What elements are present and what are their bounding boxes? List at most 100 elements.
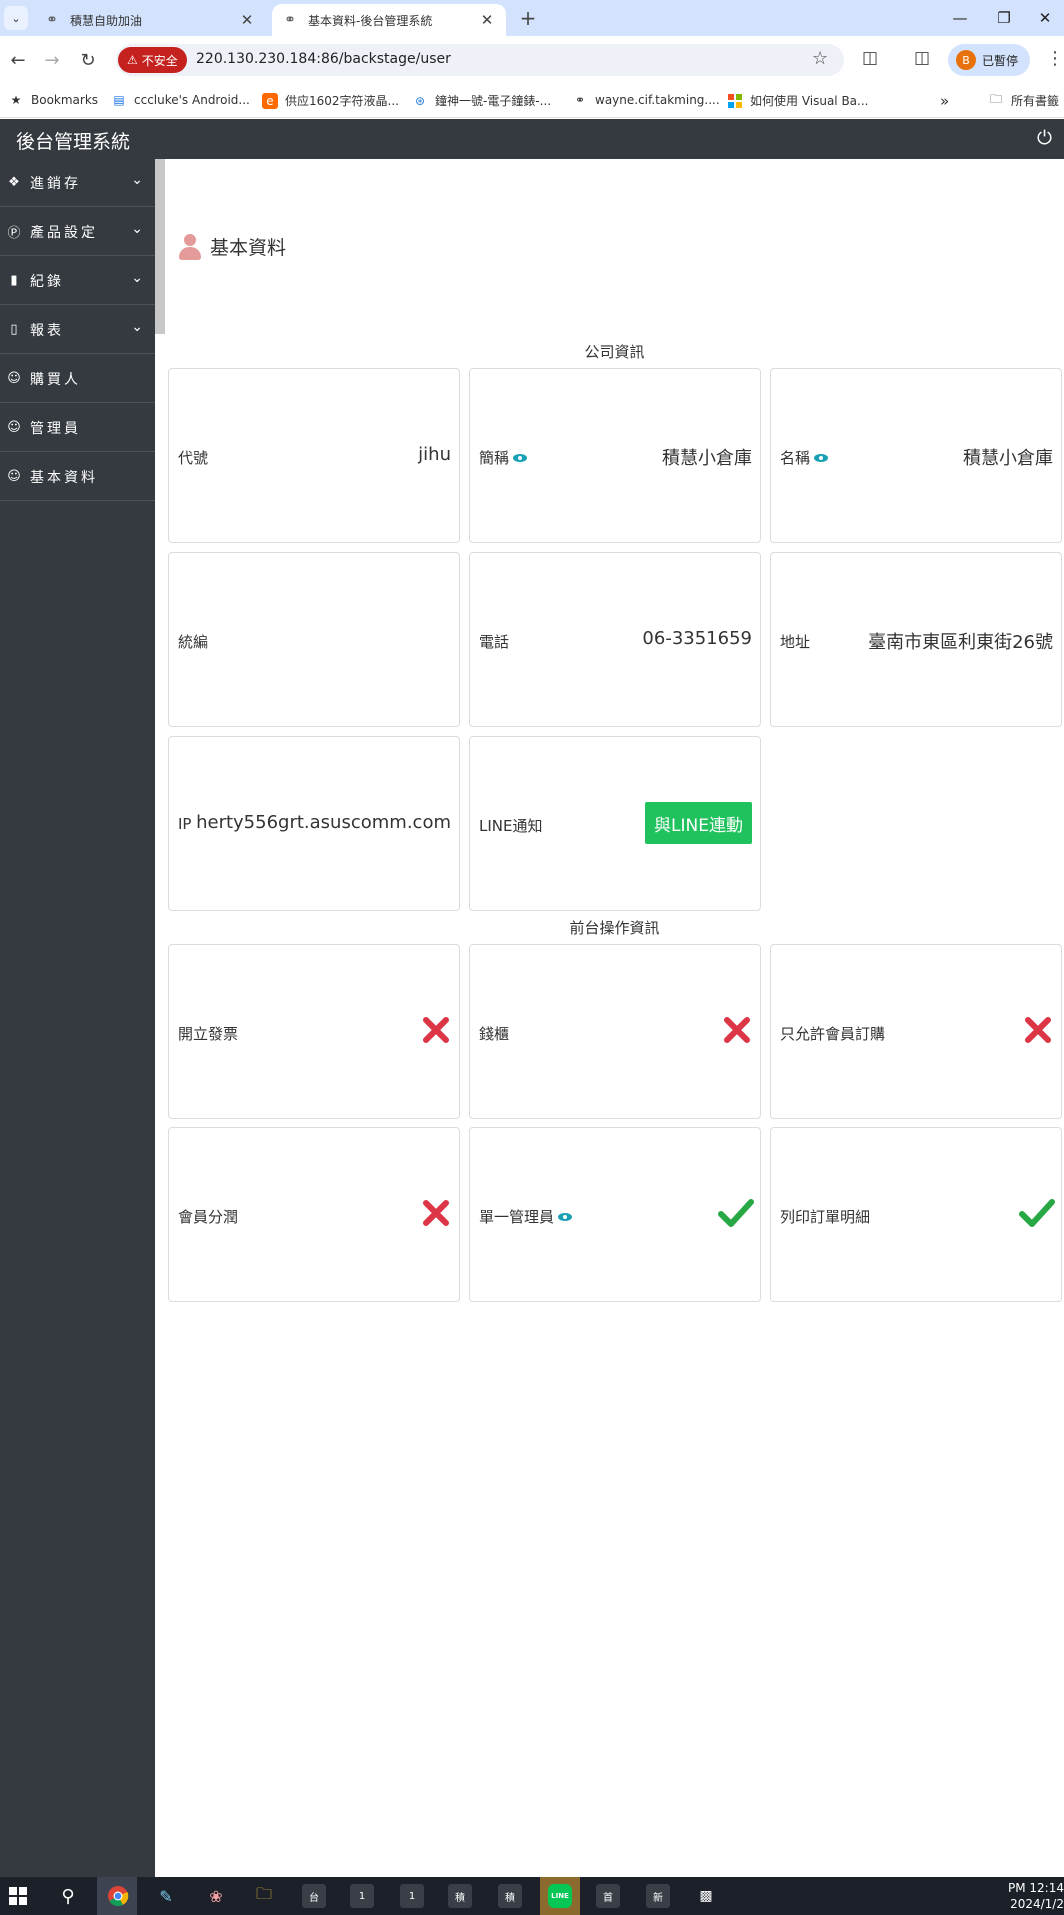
sidebar-item-buyers[interactable]: ☺ 購買人 (0, 355, 155, 403)
more-bookmarks-button[interactable]: » (940, 92, 949, 110)
check-icon (1019, 1199, 1055, 1227)
window-close-button[interactable]: ✕ (1026, 0, 1064, 36)
globe-icon: ⚭ (46, 12, 58, 28)
clipboard-icon: ▮ (10, 273, 18, 288)
app-title: 後台管理系統 (16, 131, 131, 153)
search-icon[interactable]: ⚲ (56, 1884, 80, 1908)
system-clock[interactable]: PM 12:14 2024/1/2 (1008, 1880, 1064, 1912)
reload-button[interactable]: ↻ (74, 46, 102, 74)
back-button[interactable]: ← (4, 46, 32, 74)
clock-time: PM 12:14 (1008, 1881, 1064, 1895)
browser-menu-icon[interactable]: ⋮ (1046, 48, 1064, 69)
sidebar-item-label: 紀錄 (30, 273, 64, 290)
tab-search-button[interactable]: ⌄ (4, 6, 28, 30)
sidebar-item-product-settings[interactable]: Ⓟ 產品設定 ⌄ (0, 208, 155, 256)
field-label: IP (178, 815, 192, 833)
sidebar-item-label: 購買人 (30, 371, 81, 388)
field-card-address: 地址 臺南市東區利東街26號 (770, 552, 1062, 727)
field-card-line-notify: LINE通知 與LINE連動 (469, 736, 761, 911)
warning-icon: ⚠ (127, 53, 138, 67)
profile-button[interactable]: B 已暫停 (948, 44, 1030, 76)
cross-icon (724, 1017, 750, 1043)
side-panel-icon[interactable]: ◫ (914, 48, 930, 68)
power-icon[interactable]: ⏻ (1037, 127, 1052, 149)
field-label-text: 名稱 (780, 449, 811, 467)
field-value: 06-3351659 (642, 628, 752, 649)
bookmark-item[interactable]: ⚭ wayne.cif.takming.... (572, 92, 720, 108)
close-icon[interactable]: ✕ (478, 11, 496, 29)
security-label: 不安全 (141, 53, 178, 68)
bookmark-item[interactable]: ⊛ 鐘神一號-電子鐘錶-... (412, 92, 551, 109)
browser-tab-2[interactable]: ⚭ 基本資料-後台管理系統 ✕ (272, 4, 506, 36)
sidebar-item-reports[interactable]: ▯ 報表 ⌄ (0, 306, 155, 354)
taskbar-app[interactable]: 積 (448, 1884, 472, 1908)
line-app-icon[interactable]: LINE (548, 1884, 572, 1908)
field-label: 簡稱 (479, 447, 528, 468)
sidebar-item-admins[interactable]: ☺ 管理員 (0, 404, 155, 452)
minimize-button[interactable]: — (938, 0, 982, 36)
bookmark-label: Bookmarks (31, 93, 99, 107)
restore-button[interactable]: ❐ (982, 0, 1026, 36)
setting-card-print-order-details: 列印訂單明細 (770, 1127, 1062, 1302)
browser-tab-1[interactable]: ⚭ 積慧自助加油 ✕ (34, 4, 266, 36)
field-card-phone: 電話 06-3351659 (469, 552, 761, 727)
field-value: jihu (418, 444, 451, 465)
all-bookmarks[interactable]: 🗀 所有書籤 (988, 92, 1059, 109)
chevron-down-icon: ⌄ (131, 319, 143, 335)
setting-label-text: 單一管理員 (479, 1208, 555, 1226)
signal-icon: ⊛ (414, 93, 426, 108)
bookmark-star-icon[interactable]: ☆ (812, 48, 828, 69)
taskbar-app[interactable]: 新 (646, 1884, 670, 1908)
link-line-button[interactable]: 與LINE連動 (645, 802, 752, 844)
field-label: LINE通知 (479, 817, 543, 835)
eye-icon[interactable] (814, 453, 829, 462)
file-explorer-icon[interactable]: 🗀 (252, 1884, 276, 1908)
sidebar-item-inventory[interactable]: ❖ 進銷存 ⌄ (0, 159, 155, 207)
eye-icon[interactable] (558, 1212, 573, 1221)
chevron-double-right-icon: » (940, 92, 950, 110)
taskbar-app[interactable]: 1 (400, 1884, 424, 1908)
clipboard-icon: ▯ (10, 322, 18, 337)
eye-icon[interactable] (513, 453, 528, 462)
extensions-icon[interactable]: ◫ (862, 48, 878, 68)
setting-label: 錢櫃 (479, 1025, 510, 1043)
notepad-icon[interactable]: ✎ (154, 1884, 178, 1908)
field-label: 地址 (780, 633, 811, 651)
field-label: 代號 (178, 449, 209, 467)
setting-card-members-only: 只允許會員訂購 (770, 944, 1062, 1119)
sidebar-item-label: 產品設定 (30, 224, 98, 241)
chevron-down-icon: ⌄ (11, 11, 21, 25)
sidebar-scrollbar[interactable] (155, 159, 165, 334)
taskbar-app[interactable]: 1 (350, 1884, 374, 1908)
chevron-down-icon: ⌄ (131, 172, 143, 188)
bookmark-item[interactable]: ▤ cccluke's Android... (111, 92, 250, 108)
setting-card-cash-drawer: 錢櫃 (469, 944, 761, 1119)
new-tab-button[interactable]: + (514, 4, 542, 32)
setting-label: 會員分潤 (178, 1208, 239, 1226)
url-text[interactable]: 220.130.230.184:86/backstage/user (196, 51, 451, 67)
tab-title: 基本資料-後台管理系統 (308, 13, 433, 28)
user-icon: ☺ (7, 371, 21, 386)
sidebar-item-basic-info[interactable]: ☺ 基本資料 (0, 453, 155, 501)
paint-icon[interactable]: ❀ (204, 1884, 228, 1908)
field-value: 積慧小倉庫 (662, 448, 752, 469)
security-chip[interactable]: ⚠ 不安全 (118, 47, 187, 73)
field-label: 電話 (479, 633, 510, 651)
taskbar-app[interactable]: 積 (498, 1884, 522, 1908)
taskbar-app[interactable]: 首 (596, 1884, 620, 1908)
restore-icon: ❐ (997, 9, 1011, 27)
close-icon[interactable]: ✕ (238, 11, 256, 29)
forward-button[interactable]: → (38, 46, 66, 74)
setting-card-member-profit-share: 會員分潤 (168, 1127, 460, 1302)
bookmark-item[interactable]: 如何使用 Visual Ba... (727, 92, 868, 109)
bookmark-item[interactable]: ★ Bookmarks (8, 92, 98, 108)
photo-app-icon[interactable]: ▩ (694, 1884, 718, 1908)
bookmark-item[interactable]: e 供应1602字符液晶... (262, 92, 399, 109)
chrome-icon[interactable] (106, 1884, 130, 1908)
field-card-ip: IP herty556grt.asuscomm.com (168, 736, 460, 911)
field-value: herty556grt.asuscomm.com (196, 812, 451, 833)
taskbar-app[interactable]: 台 (302, 1884, 326, 1908)
sidebar-item-label: 管理員 (30, 420, 81, 437)
windows-start-icon[interactable] (6, 1884, 30, 1908)
sidebar-item-records[interactable]: ▮ 紀錄 ⌄ (0, 257, 155, 305)
